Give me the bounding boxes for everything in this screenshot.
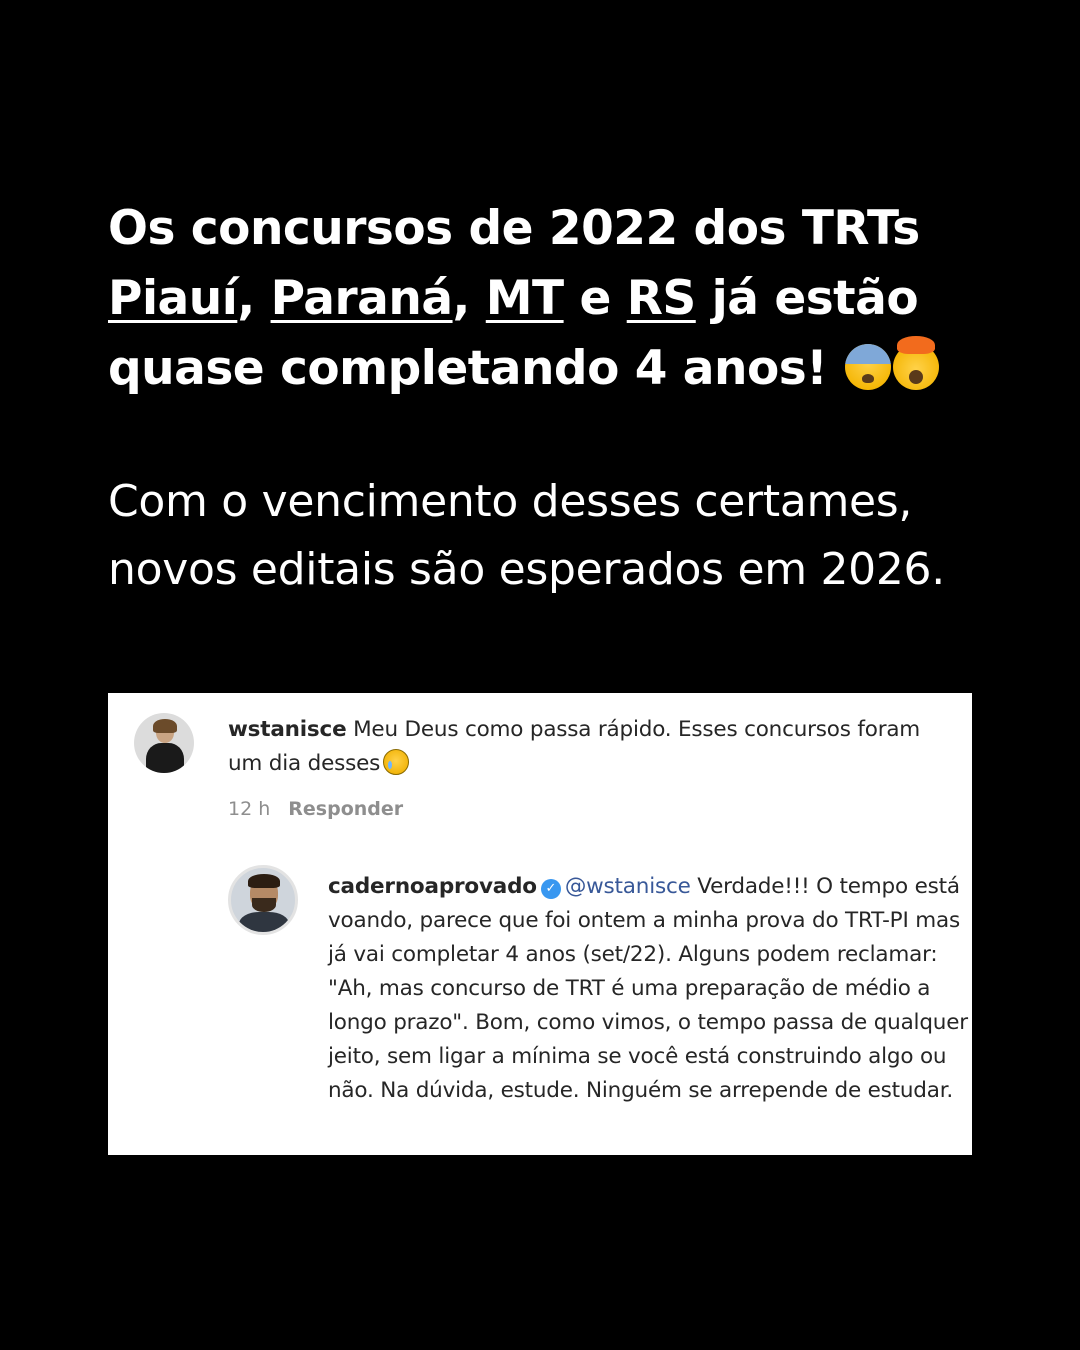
headline: Os concursos de 2022 dos TRTs Piauí, Par… — [108, 194, 988, 404]
comment-body: Verdade!!! O tempo está voando, parece q… — [328, 874, 968, 1103]
anxious-face-icon — [845, 344, 892, 390]
comment-cadernoaprovado: cadernoaprovado ✓ @wstanisce Verdade!!! O … — [328, 870, 968, 1108]
comment-time: 12 h — [228, 798, 271, 820]
subtext-line-2: novos editais são esperados em 2026. — [108, 544, 945, 595]
state-mt: MT — [485, 271, 564, 326]
exploding-head-icon — [893, 336, 940, 390]
headline-line-2-suffix: já estão — [695, 271, 919, 326]
avatar[interactable] — [134, 713, 194, 773]
state-piaui: Piauí — [108, 271, 238, 326]
comment-username[interactable]: cadernoaprovado — [328, 874, 537, 899]
separator: , — [452, 271, 486, 326]
subtext: Com o vencimento desses certames, novos … — [108, 468, 1008, 604]
separator: e — [563, 271, 627, 326]
comment-username[interactable]: wstanisce — [228, 717, 347, 742]
subtext-line-1: Com o vencimento desses certames, — [108, 476, 913, 527]
comment-screenshot-card: wstanisce Meu Deus como passa rápido. Es… — [108, 693, 972, 1155]
state-parana: Paraná — [270, 271, 453, 326]
avatar[interactable] — [228, 865, 298, 935]
comment-meta: 12 h Responder — [228, 795, 403, 823]
headline-line-1: Os concursos de 2022 dos TRTs — [108, 201, 920, 256]
separator: , — [237, 271, 271, 326]
state-rs: RS — [626, 271, 697, 326]
mention-link[interactable]: @wstanisce — [565, 874, 691, 899]
reply-button[interactable]: Responder — [288, 798, 403, 820]
comment-wstanisce: wstanisce Meu Deus como passa rápido. Es… — [228, 713, 928, 781]
crying-face-icon — [383, 749, 410, 775]
verified-badge-icon: ✓ — [540, 879, 561, 899]
headline-line-2: Piauí, Paraná, MT e RS já estão — [108, 264, 988, 334]
headline-line-3: quase completando 4 anos! — [108, 334, 988, 404]
